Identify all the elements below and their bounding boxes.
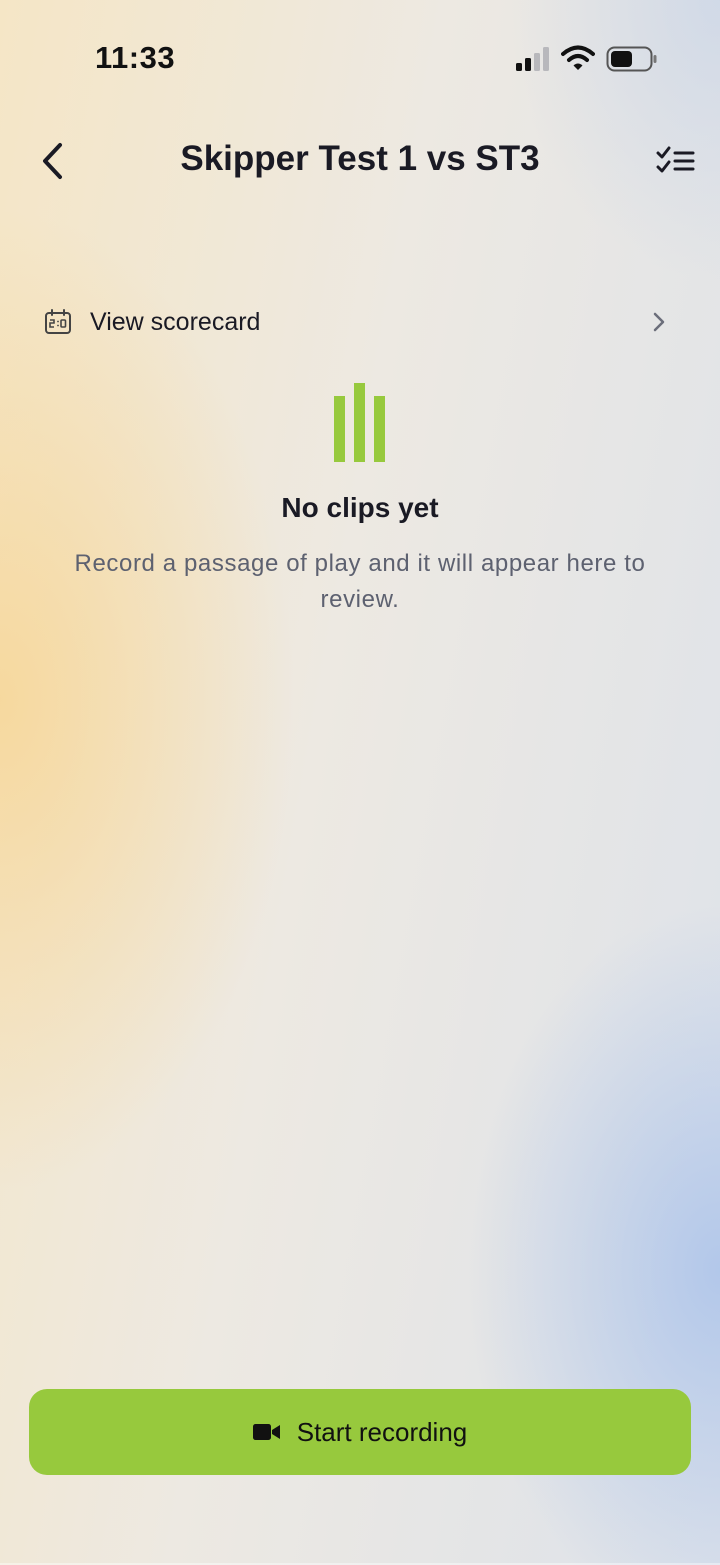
checklist-icon	[656, 146, 695, 173]
status-time: 11:33	[95, 40, 176, 75]
clips-bars-icon	[334, 383, 385, 462]
battery-icon	[606, 46, 657, 72]
wifi-icon	[561, 45, 595, 70]
view-scorecard-row[interactable]: View scorecard	[30, 294, 690, 350]
video-camera-icon	[252, 1421, 281, 1443]
empty-state-title: No clips yet	[281, 492, 439, 523]
checklist-button[interactable]	[650, 137, 702, 185]
start-recording-button[interactable]: Start recording	[29, 1389, 691, 1475]
chevron-left-icon	[43, 143, 62, 179]
cellular-signal-icon	[516, 47, 549, 71]
page-title: Skipper Test 1 vs ST3	[180, 139, 540, 178]
nav-bar: Skipper Test 1 vs ST3	[0, 125, 720, 197]
empty-state-description: Record a passage of play and it will app…	[74, 550, 646, 613]
chevron-right-icon	[653, 312, 665, 332]
start-recording-label: Start recording	[296, 1416, 468, 1447]
scoreboard-icon	[44, 307, 74, 337]
status-bar: 11:33	[0, 0, 720, 115]
view-scorecard-label: View scorecard	[90, 307, 261, 336]
back-button[interactable]	[26, 135, 78, 187]
